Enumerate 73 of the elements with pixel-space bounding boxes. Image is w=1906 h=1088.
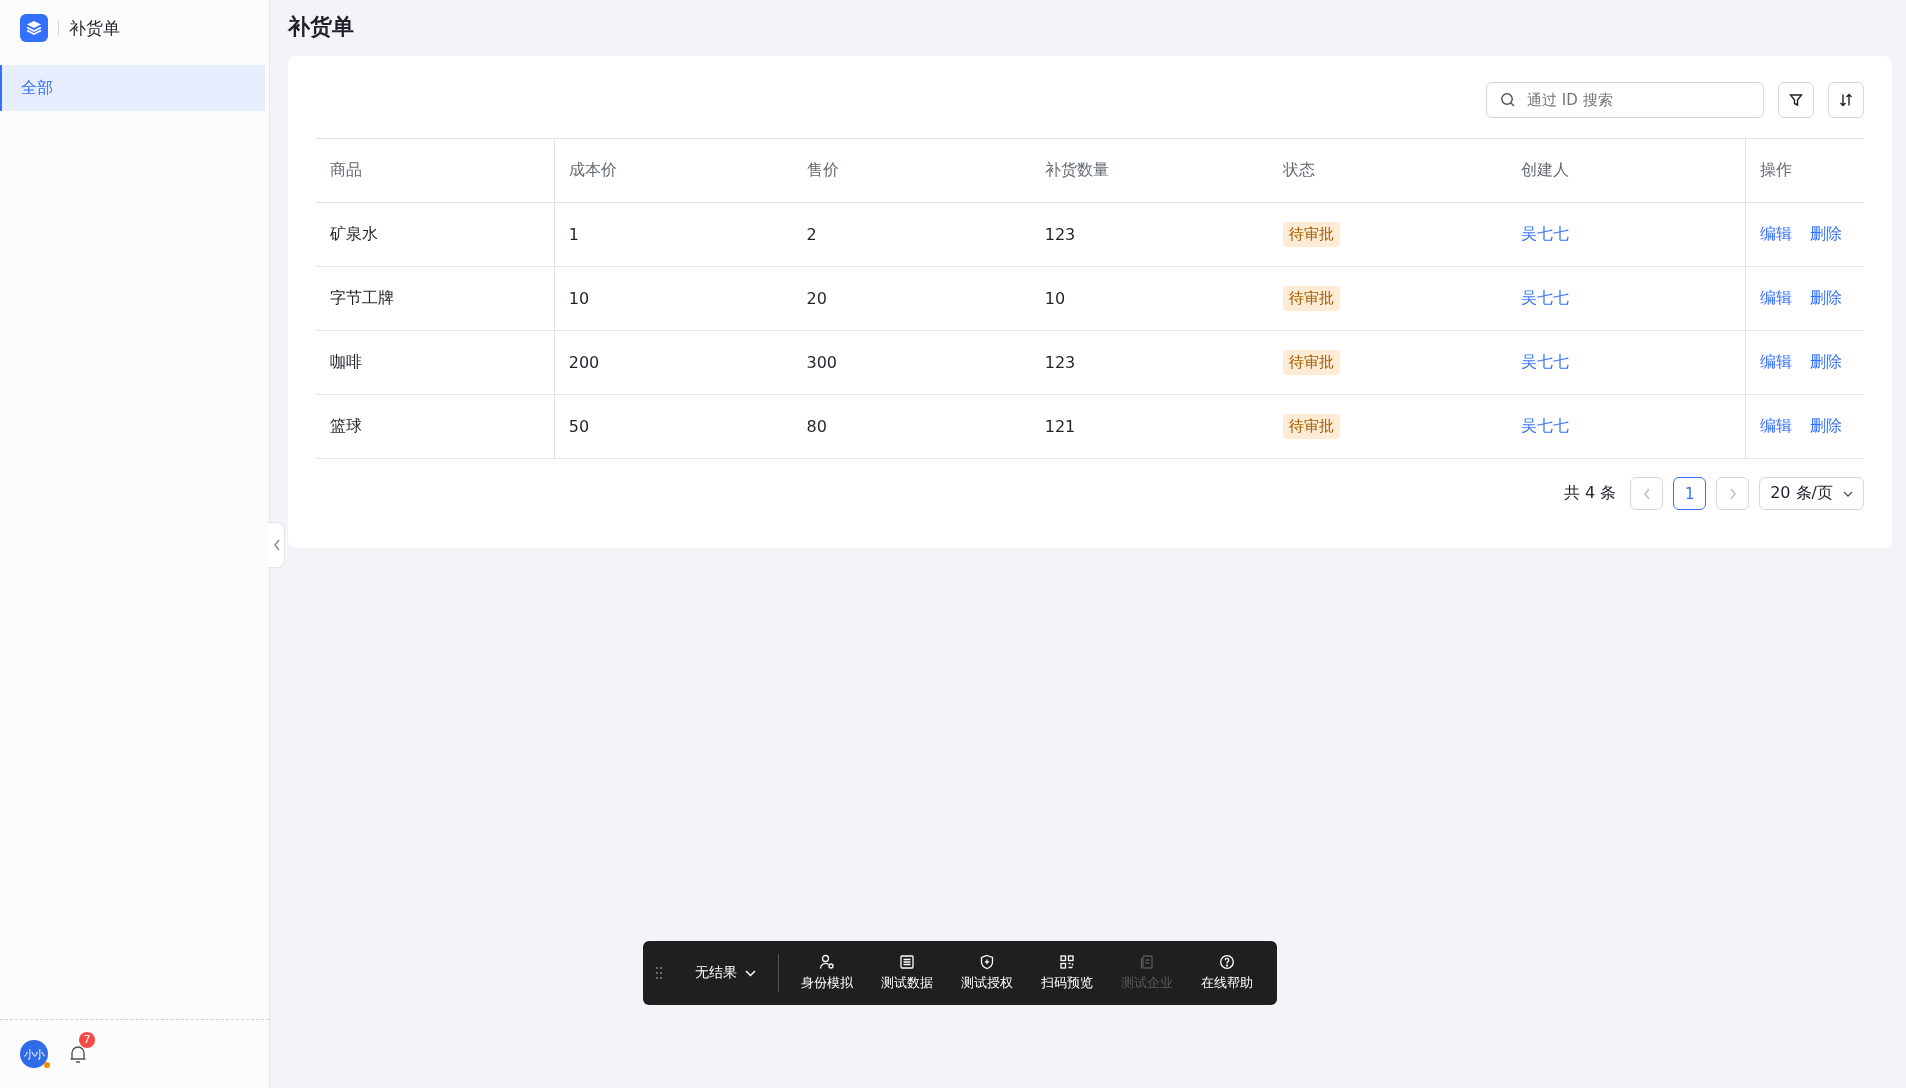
- toolbar-button[interactable]: 测试授权: [949, 950, 1025, 996]
- search-field[interactable]: 通过 ID 搜索: [1486, 82, 1764, 118]
- delete-link[interactable]: 删除: [1810, 416, 1842, 435]
- table-cell: 50: [568, 417, 590, 436]
- column-header: 创建人: [1521, 160, 1570, 179]
- page-button[interactable]: 1: [1673, 477, 1707, 510]
- collapse-handle[interactable]: [269, 522, 285, 568]
- creator-link[interactable]: 吴七七: [1521, 416, 1570, 435]
- shield-icon: [979, 954, 995, 970]
- table-cell: 20: [806, 289, 827, 308]
- table-cell: 123: [1044, 353, 1076, 372]
- qr-code-icon: [1059, 954, 1075, 970]
- page-size-value: 20 条/页: [1770, 483, 1833, 504]
- creator-link[interactable]: 吴七七: [1521, 224, 1570, 243]
- table-cell: 10: [1044, 289, 1066, 308]
- stack-logo-icon: [20, 14, 48, 42]
- toolbar-button[interactable]: 扫码预览: [1029, 950, 1105, 996]
- total-count: 共 4 条: [1563, 483, 1617, 504]
- column-header: 状态: [1283, 160, 1315, 179]
- table-cell: 咖啡: [330, 352, 362, 371]
- table-cell: 1: [568, 225, 579, 244]
- caret-icon: [745, 969, 756, 977]
- page-title: 补货单: [288, 13, 355, 41]
- table-cell: 80: [806, 417, 827, 436]
- creator-link[interactable]: 吴七七: [1521, 352, 1570, 371]
- avatar[interactable]: 小小: [20, 1040, 48, 1068]
- edit-link[interactable]: 编辑: [1760, 288, 1792, 307]
- column-header: 补货数量: [1044, 160, 1109, 179]
- column-header: 成本价: [568, 160, 617, 179]
- status-tag: 待审批: [1283, 414, 1340, 439]
- table-cell: 123: [1044, 225, 1076, 244]
- caret-icon: [1843, 490, 1853, 497]
- delete-link[interactable]: 删除: [1810, 288, 1842, 307]
- document-icon: [1139, 954, 1155, 970]
- help-icon: [1219, 954, 1235, 970]
- column-header: 商品: [330, 160, 362, 179]
- drag-handle-icon[interactable]: [655, 966, 663, 980]
- chevron-right-icon: [1728, 487, 1737, 500]
- table-cell: 200: [568, 353, 600, 372]
- creator-link[interactable]: 吴七七: [1521, 288, 1570, 307]
- edit-link[interactable]: 编辑: [1760, 416, 1792, 435]
- table-cell: 篮球: [330, 416, 362, 435]
- table-cell: 字节工牌: [330, 288, 394, 307]
- toolbar-button[interactable]: 在线帮助: [1189, 950, 1265, 996]
- chevron-left-icon: [1642, 487, 1651, 500]
- delete-link[interactable]: 删除: [1810, 352, 1842, 371]
- list-icon: [899, 954, 915, 970]
- delete-link[interactable]: 删除: [1810, 224, 1842, 243]
- toolbar-button[interactable]: 测试数据: [869, 950, 945, 996]
- result-dropdown[interactable]: 无结果: [689, 960, 762, 986]
- page-size-select[interactable]: 20 条/页: [1759, 477, 1864, 510]
- table-cell: 121: [1044, 417, 1076, 436]
- table-cell: 2: [806, 225, 817, 244]
- table-cell: 矿泉水: [330, 224, 378, 243]
- sidebar-item[interactable]: 全部: [0, 65, 265, 111]
- edit-link[interactable]: 编辑: [1760, 224, 1792, 243]
- notification-count: 7: [79, 1032, 95, 1048]
- status-tag: 待审批: [1283, 286, 1340, 311]
- app-title: 补货单: [69, 16, 120, 40]
- table-cell: 10: [568, 289, 590, 308]
- filter-button[interactable]: [1778, 82, 1814, 118]
- sort-icon: [1839, 93, 1853, 107]
- toolbar-button[interactable]: 身份模拟: [789, 950, 865, 996]
- bell-icon[interactable]: [68, 1044, 88, 1064]
- sort-button[interactable]: [1828, 82, 1864, 118]
- status-tag: 待审批: [1283, 222, 1340, 247]
- table-cell: 300: [806, 353, 838, 372]
- user-gear-icon: [819, 954, 835, 970]
- filter-icon: [1789, 93, 1803, 107]
- column-header: 售价: [806, 160, 839, 179]
- edit-link[interactable]: 编辑: [1760, 352, 1792, 371]
- status-tag: 待审批: [1283, 350, 1340, 375]
- column-header: 操作: [1760, 160, 1792, 179]
